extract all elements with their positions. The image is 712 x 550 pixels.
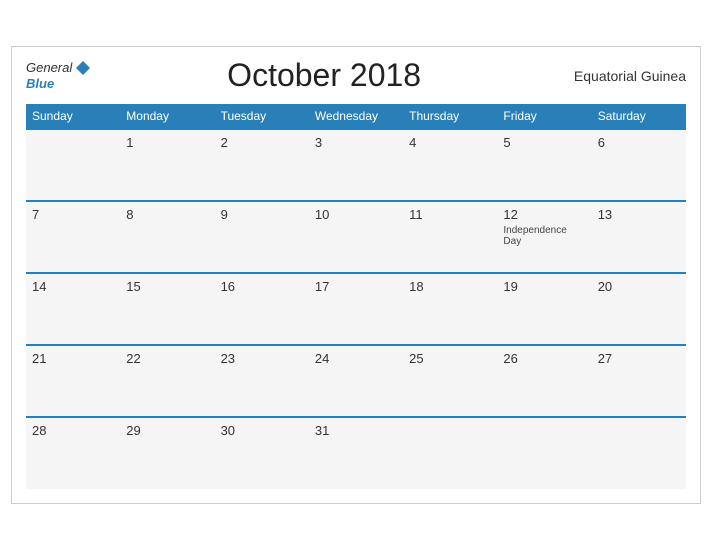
day-number: 12 (503, 207, 585, 222)
day-cell: 18 (403, 273, 497, 345)
day-cell: 14 (26, 273, 120, 345)
day-cell: 16 (215, 273, 309, 345)
logo: General Blue (26, 59, 92, 91)
day-cell (497, 417, 591, 489)
day-cell: 31 (309, 417, 403, 489)
day-cell: 7 (26, 201, 120, 273)
day-number: 23 (221, 351, 303, 366)
day-number: 6 (598, 135, 680, 150)
weekday-header-row: SundayMondayTuesdayWednesdayThursdayFrid… (26, 104, 686, 129)
day-number: 27 (598, 351, 680, 366)
day-cell: 1 (120, 129, 214, 201)
day-number: 10 (315, 207, 397, 222)
day-number: 5 (503, 135, 585, 150)
day-number: 9 (221, 207, 303, 222)
day-number: 20 (598, 279, 680, 294)
day-cell: 30 (215, 417, 309, 489)
day-number: 25 (409, 351, 491, 366)
weekday-header-wednesday: Wednesday (309, 104, 403, 129)
logo-icon (74, 59, 92, 77)
calendar-grid: SundayMondayTuesdayWednesdayThursdayFrid… (26, 104, 686, 489)
day-number: 4 (409, 135, 491, 150)
month-title: October 2018 (92, 57, 556, 94)
week-row-1: 123456 (26, 129, 686, 201)
day-number: 15 (126, 279, 208, 294)
day-cell: 27 (592, 345, 686, 417)
day-number: 21 (32, 351, 114, 366)
day-cell (592, 417, 686, 489)
day-number: 17 (315, 279, 397, 294)
day-cell: 21 (26, 345, 120, 417)
day-cell: 20 (592, 273, 686, 345)
day-cell: 28 (26, 417, 120, 489)
day-cell: 2 (215, 129, 309, 201)
day-cell: 15 (120, 273, 214, 345)
week-row-4: 21 22 23 24 25 26 27 (26, 345, 686, 417)
day-number: 31 (315, 423, 397, 438)
country-name: Equatorial Guinea (556, 68, 686, 84)
day-cell: 11 (403, 201, 497, 273)
week-row-3: 14 15 16 17 18 19 20 (26, 273, 686, 345)
day-number: 18 (409, 279, 491, 294)
day-cell: 4 (403, 129, 497, 201)
day-cell: 5 (497, 129, 591, 201)
weekday-header-sunday: Sunday (26, 104, 120, 129)
weekday-header-friday: Friday (497, 104, 591, 129)
day-number: 16 (221, 279, 303, 294)
day-cell: 13 (592, 201, 686, 273)
day-cell: 10 (309, 201, 403, 273)
day-cell: 8 (120, 201, 214, 273)
day-number: 1 (126, 135, 208, 150)
week-row-2: 789 10 11 12 Independence Day 13 (26, 201, 686, 273)
day-number: 29 (126, 423, 208, 438)
calendar-container: General Blue October 2018 Equatorial Gui… (11, 46, 701, 504)
weekday-header-thursday: Thursday (403, 104, 497, 129)
day-number: 28 (32, 423, 114, 438)
logo-blue-text: Blue (26, 77, 92, 91)
weekday-header-saturday: Saturday (592, 104, 686, 129)
day-number: 13 (598, 207, 680, 222)
day-number: 19 (503, 279, 585, 294)
day-number: 24 (315, 351, 397, 366)
day-number: 30 (221, 423, 303, 438)
day-number: 7 (32, 207, 114, 222)
day-cell: 12 Independence Day (497, 201, 591, 273)
day-event: Independence Day (503, 225, 585, 247)
day-number: 2 (221, 135, 303, 150)
day-cell: 6 (592, 129, 686, 201)
day-number: 26 (503, 351, 585, 366)
day-cell: 22 (120, 345, 214, 417)
calendar-header: General Blue October 2018 Equatorial Gui… (26, 57, 686, 94)
day-cell: 23 (215, 345, 309, 417)
day-number: 14 (32, 279, 114, 294)
day-cell: 25 (403, 345, 497, 417)
day-number: 8 (126, 207, 208, 222)
weekday-header-tuesday: Tuesday (215, 104, 309, 129)
day-cell: 17 (309, 273, 403, 345)
day-cell (26, 129, 120, 201)
day-number: 11 (409, 207, 491, 222)
day-number: 22 (126, 351, 208, 366)
week-row-5: 28 29 30 31 (26, 417, 686, 489)
day-cell: 29 (120, 417, 214, 489)
day-number: 3 (315, 135, 397, 150)
day-cell: 26 (497, 345, 591, 417)
day-cell: 3 (309, 129, 403, 201)
day-cell (403, 417, 497, 489)
logo-general-text: General (26, 61, 72, 75)
day-cell: 19 (497, 273, 591, 345)
day-cell: 24 (309, 345, 403, 417)
day-cell: 9 (215, 201, 309, 273)
weekday-header-monday: Monday (120, 104, 214, 129)
